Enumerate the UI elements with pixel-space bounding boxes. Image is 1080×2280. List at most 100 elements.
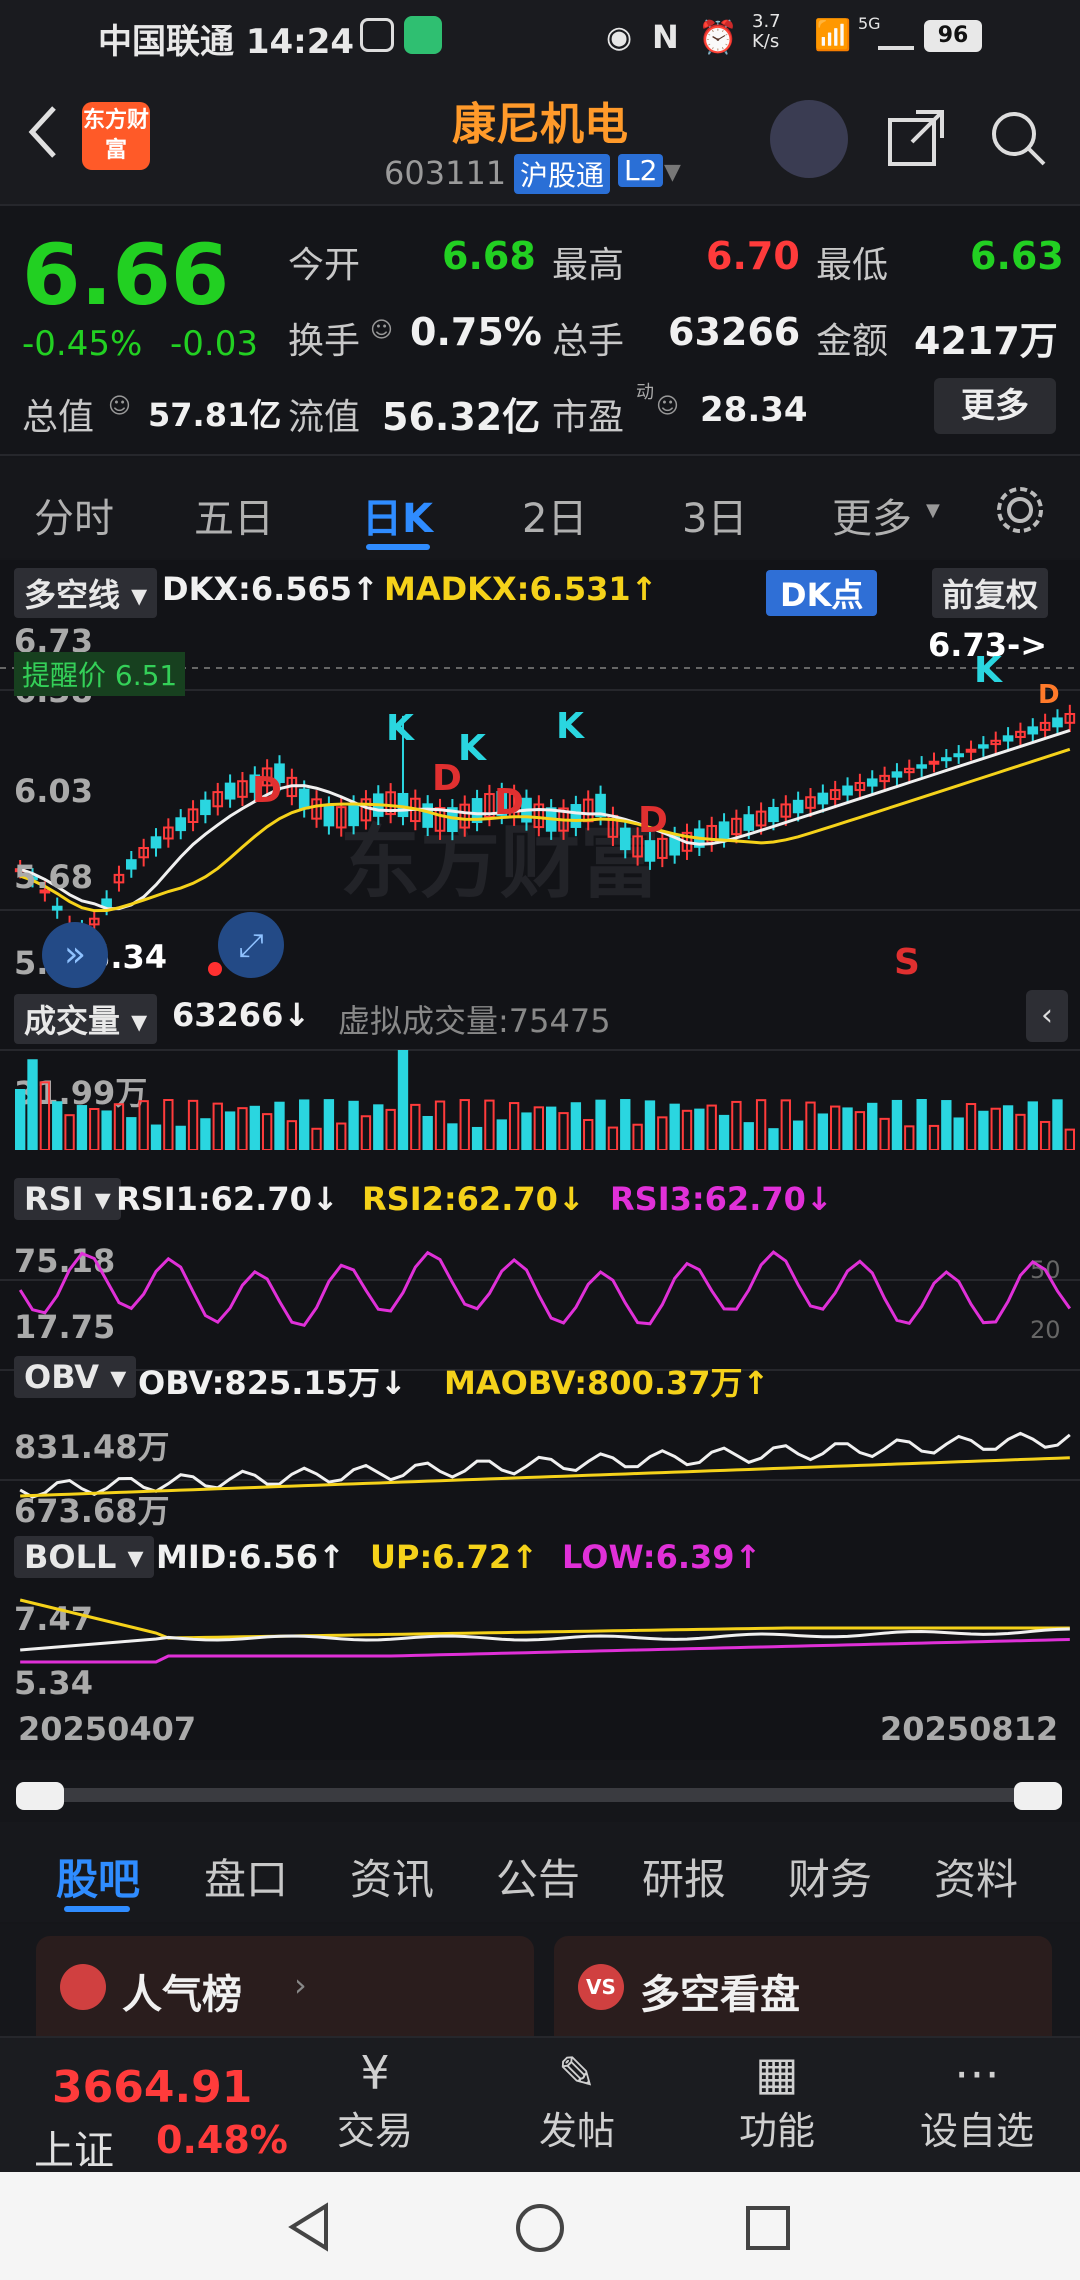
range-handle-left[interactable] xyxy=(16,1782,64,1810)
chevron-down-icon[interactable]: ▼ xyxy=(664,160,681,185)
wifi-icon: 📶 xyxy=(814,18,852,53)
scroll-left-button[interactable]: » xyxy=(42,922,108,988)
dk-point-button[interactable]: DK点 xyxy=(766,570,878,616)
chevron-right-icon: › xyxy=(294,1966,307,2004)
status-bar: 中国联通 14:24 ◉ N ⏰ 3.7 K/s 📶 5G 96 xyxy=(0,0,1080,72)
date-start-label: 20250407 xyxy=(18,1710,197,1748)
promo-cards: 人气榜 › VS 多空看盘 xyxy=(0,1924,1080,2036)
kline-chart-area[interactable]: 多空线 ▾ DKX:6.565↑ MADKX:6.531↑ DK点 前复权 东方… xyxy=(0,560,1080,1810)
boll-low: LOW:6.39↑ xyxy=(562,1538,762,1576)
tab-guba[interactable]: 股吧 xyxy=(56,1846,140,1907)
rsi2-value: RSI2:62.70↓ xyxy=(362,1180,585,1218)
trade-button[interactable]: ¥ 交易 xyxy=(300,2046,450,2155)
tab-2day[interactable]: 2日 xyxy=(522,486,587,544)
boll-mid: MID:6.56↑ xyxy=(156,1538,345,1576)
marker-dot xyxy=(208,962,222,976)
more-dots-icon: ⋯ xyxy=(954,2046,1000,2100)
wechat-icon xyxy=(360,18,394,52)
tab-profile[interactable]: 资料 xyxy=(934,1846,1018,1907)
info-icon[interactable]: ☺ xyxy=(370,318,393,343)
period-tabs: 分时 五日 日K 2日 3日 更多 ▼ xyxy=(0,458,1080,558)
open-value: 6.68 xyxy=(442,234,536,278)
indicator-select-volume[interactable]: 成交量 ▾ xyxy=(14,994,158,1044)
float-label: 流值 xyxy=(288,397,361,438)
settings-icon[interactable] xyxy=(992,482,1048,538)
amount-value: 4217万 xyxy=(914,319,1058,363)
edit-icon: ✎ xyxy=(557,2046,597,2100)
float-value: 56.32亿 xyxy=(382,395,541,439)
tab-research[interactable]: 研报 xyxy=(642,1846,726,1907)
popularity-card[interactable]: 人气榜 › xyxy=(36,1936,534,2036)
app-notify-icon xyxy=(404,16,442,54)
obv-value: OBV:825.15万↓ xyxy=(138,1364,407,1402)
signal-k: K xyxy=(974,650,1002,691)
grid-icon: ▦ xyxy=(755,2046,799,2100)
nav-back-icon[interactable] xyxy=(284,2202,334,2252)
fullscreen-icon[interactable]: ⤢ xyxy=(218,912,284,978)
tab-5day[interactable]: 五日 xyxy=(194,486,274,544)
pe-label: 市盈 xyxy=(552,397,625,438)
madkx-value: MADKX:6.531↑ xyxy=(384,570,658,608)
eye-icon: ◉ xyxy=(606,20,633,55)
bull-bear-label: 多空看盘 xyxy=(640,1972,800,2018)
tab-indicator xyxy=(366,544,430,550)
search-icon[interactable] xyxy=(986,106,1050,170)
last-price: 6.66 xyxy=(22,226,230,324)
more-button[interactable]: 更多 xyxy=(934,378,1056,434)
dkx-value: DKX:6.565↑ xyxy=(162,570,379,608)
yuan-icon: ¥ xyxy=(360,2046,390,2100)
tab-more[interactable]: 更多 xyxy=(832,486,912,544)
tab-intraday[interactable]: 分时 xyxy=(34,486,114,544)
volume-label: 总手 xyxy=(552,321,625,362)
function-button[interactable]: ▦ 功能 xyxy=(702,2046,852,2155)
volume-value: 63266↓ xyxy=(172,996,311,1034)
market-badge: 沪股通 xyxy=(514,154,611,194)
info-icon[interactable]: ☺ xyxy=(656,394,679,419)
price-adjust-button[interactable]: 前复权 xyxy=(932,568,1049,618)
chevron-down-icon: ▼ xyxy=(926,500,940,521)
post-button[interactable]: ✎ 发帖 xyxy=(502,2046,652,2155)
index-pct: 0.48% xyxy=(156,2118,288,2162)
date-end-label: 20250812 xyxy=(880,1710,1059,1748)
assistant-avatar[interactable] xyxy=(770,100,848,178)
vs-icon: VS xyxy=(578,1964,624,2010)
collapse-button[interactable]: ‹ xyxy=(1026,990,1068,1042)
index-value[interactable]: 3664.91 xyxy=(52,2062,252,2113)
maobv-value: MAOBV:800.37万↑ xyxy=(444,1364,770,1402)
popularity-label: 人气榜 xyxy=(122,1972,242,2018)
indicator-select-boll[interactable]: BOLL ▾ xyxy=(14,1536,154,1578)
tab-news[interactable]: 资讯 xyxy=(350,1846,434,1907)
share-icon[interactable] xyxy=(884,106,948,170)
boll-svg xyxy=(19,1598,1070,1664)
indicator-select-rsi[interactable]: RSI ▾ xyxy=(14,1178,121,1220)
volume-svg xyxy=(15,1050,1075,1150)
signal-d: D xyxy=(252,770,282,811)
alert-price-tag[interactable]: 提醒价 6.51 xyxy=(14,652,186,696)
open-label: 今开 xyxy=(288,245,361,286)
bull-bear-card[interactable]: VS 多空看盘 xyxy=(554,1936,1052,2036)
signal-k: K xyxy=(386,708,414,749)
add-watchlist-button[interactable]: ⋯ 设自选 xyxy=(902,2046,1052,2155)
obv-svg xyxy=(19,1431,1071,1499)
mktcap-label: 总值 xyxy=(22,397,95,438)
signal-s: S xyxy=(894,942,920,983)
info-icon[interactable]: ☺ xyxy=(108,394,131,419)
tab-announce[interactable]: 公告 xyxy=(496,1846,580,1907)
change-pct: -0.45% xyxy=(22,324,143,364)
high-value: 6.70 xyxy=(706,234,800,278)
tab-daily-k[interactable]: 日K xyxy=(362,486,433,544)
nav-home-icon[interactable] xyxy=(514,2202,566,2254)
pe-sup: 动 xyxy=(636,382,654,403)
turnover-value: 0.75% xyxy=(410,310,542,354)
nav-recents-icon[interactable] xyxy=(744,2204,792,2252)
indicator-select-dkx[interactable]: 多空线 ▾ xyxy=(14,568,158,618)
tab-3day[interactable]: 3日 xyxy=(682,486,747,544)
tab-finance[interactable]: 财务 xyxy=(788,1846,872,1907)
tab-pankou[interactable]: 盘口 xyxy=(204,1846,288,1907)
range-slider-track[interactable] xyxy=(18,1788,1062,1802)
range-handle-right[interactable] xyxy=(1014,1782,1062,1810)
indicator-select-obv[interactable]: OBV ▾ xyxy=(14,1356,137,1398)
content-tabs: 股吧 盘口 资讯 公告 研报 财务 资料 xyxy=(0,1822,1080,1922)
signal-d: D xyxy=(494,782,524,823)
quote-panel: 6.66 -0.45% -0.03 今开 6.68 最高 6.70 最低 6.6… xyxy=(0,206,1080,456)
